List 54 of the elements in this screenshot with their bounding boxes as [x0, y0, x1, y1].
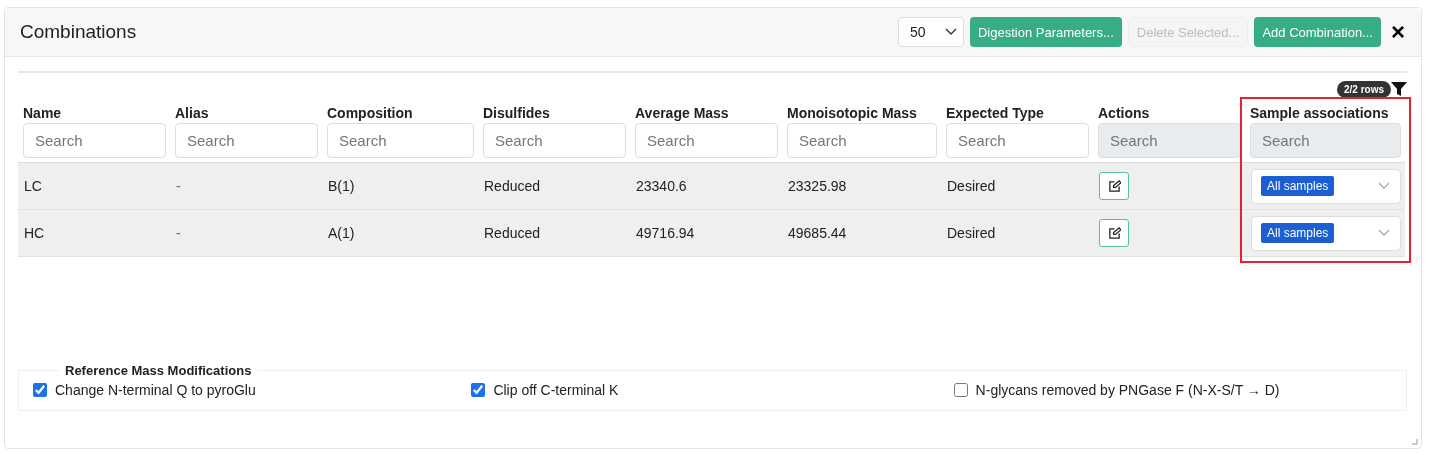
search-field[interactable]: Search — [327, 123, 474, 158]
table-cell: 23325.98 — [782, 163, 941, 210]
sample-select[interactable]: All samples — [1251, 168, 1401, 204]
checkbox-label: Clip off C-terminal K — [493, 382, 619, 398]
column-header: Composition — [327, 105, 414, 121]
sample-tag: All samples — [1261, 223, 1335, 243]
search-field[interactable]: Search — [635, 123, 778, 158]
column-header: Expected Type — [946, 105, 1045, 121]
table-cell: Desired — [941, 163, 1093, 210]
column-header: Disulfides — [483, 105, 551, 121]
chevron-icon — [1378, 182, 1390, 190]
column-header: Monoisotopic Mass — [787, 105, 918, 121]
table-cell: Reduced — [478, 210, 630, 257]
search-field[interactable]: Search — [483, 123, 626, 158]
chevron-icon — [944, 28, 957, 36]
row-count-badge: 2/2 rows — [1336, 80, 1391, 98]
search-field[interactable]: Search — [946, 123, 1089, 158]
chevron-icon — [1378, 229, 1390, 237]
filter-icon[interactable] — [1391, 81, 1407, 97]
checkbox-label: N-glycans removed by PNGase F (N-X-S/T → D) — [975, 382, 1280, 398]
edit-button[interactable] — [1099, 172, 1129, 200]
table-cell: - — [170, 210, 322, 257]
table-cell: 23340.6 — [630, 163, 782, 210]
column-header: Alias — [175, 105, 210, 121]
checkbox[interactable] — [33, 383, 47, 397]
table-cell: 49685.44 — [782, 210, 941, 257]
search-field[interactable]: Search — [175, 123, 318, 158]
resize-grip-icon[interactable] — [1412, 439, 1418, 445]
sample-select[interactable]: All samples — [1251, 215, 1401, 251]
edit-button[interactable] — [1099, 219, 1129, 247]
edit-icon — [1107, 226, 1121, 240]
column-header: Sample associations — [1250, 105, 1390, 121]
panel-title: Combinations — [20, 21, 137, 43]
page-size-select[interactable]: 50 — [897, 17, 964, 47]
table-cell: Desired — [941, 210, 1093, 257]
group-legend: Reference Mass Modifications — [59, 363, 258, 378]
edit-icon — [1107, 179, 1121, 193]
checkbox-label: Change N-terminal Q to pyroGlu — [55, 382, 256, 398]
column-header: Actions — [1098, 105, 1151, 121]
sample-tag: All samples — [1261, 176, 1335, 196]
search-field[interactable]: Search — [23, 123, 166, 158]
checkbox[interactable] — [471, 383, 486, 397]
checkbox[interactable] — [953, 383, 968, 397]
table-cell: A(1) — [322, 210, 478, 257]
table-cell: B(1) — [322, 163, 478, 210]
table-cell: Reduced — [478, 163, 630, 210]
close-button[interactable]: × — [1387, 20, 1409, 44]
search-field[interactable]: Search — [787, 123, 937, 158]
column-header: Average Mass — [635, 105, 730, 121]
table-cell: LC — [18, 163, 170, 210]
table-cell: - — [170, 163, 322, 210]
table-cell: HC — [18, 210, 170, 257]
column-header: Name — [23, 105, 63, 121]
table-cell: 49716.94 — [630, 210, 782, 257]
